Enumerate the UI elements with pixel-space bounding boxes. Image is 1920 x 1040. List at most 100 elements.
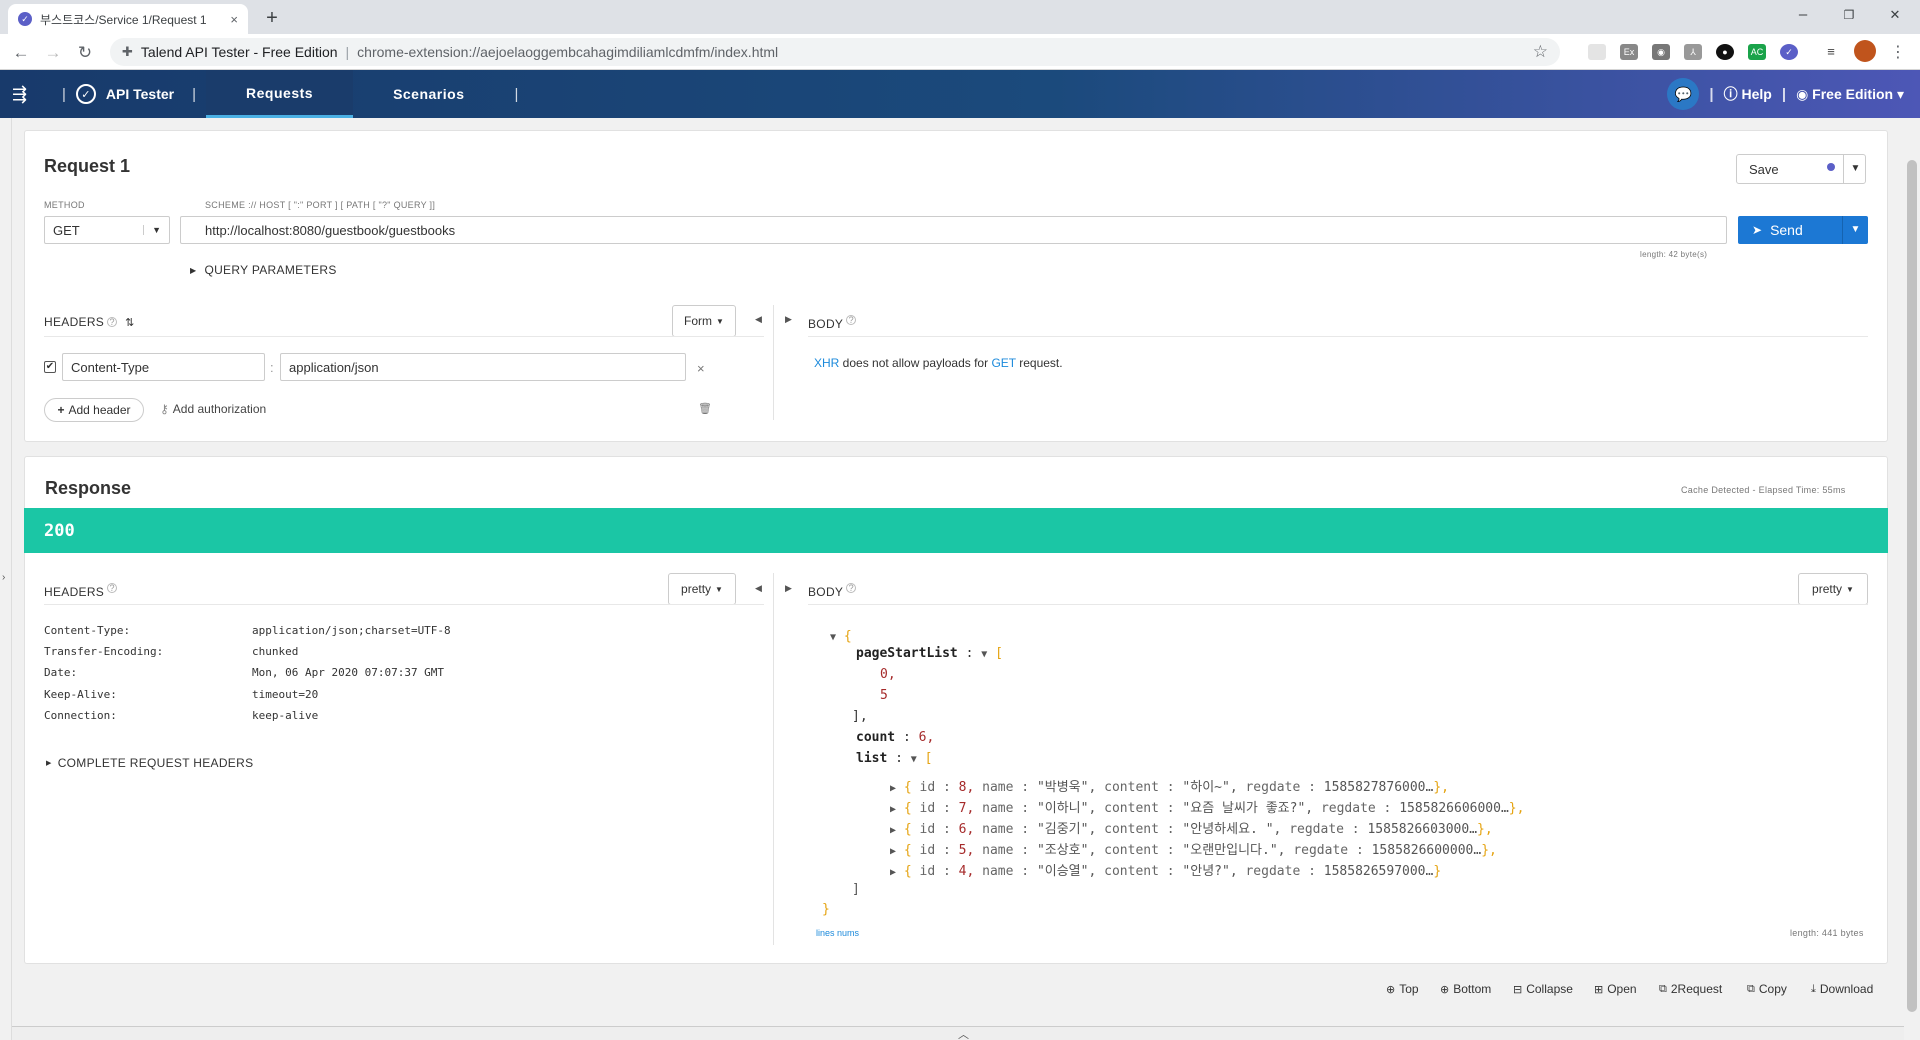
url-input[interactable]: http://localhost:8080/guestbook/guestboo… — [180, 216, 1727, 244]
xhr-text: XHR — [814, 356, 840, 370]
expand-sidebar-icon[interactable]: › — [2, 572, 5, 583]
header-key: Transfer-Encoding: — [44, 645, 164, 658]
extension-icon[interactable]: ● — [1716, 44, 1734, 60]
item-name: "김중기", — [1036, 822, 1097, 837]
tab-scenarios[interactable]: Scenarios — [353, 70, 504, 118]
top-label: Top — [1399, 982, 1419, 996]
method-select[interactable]: GET ▼ — [44, 216, 170, 244]
help-link[interactable]: ⓘ Help — [1724, 84, 1772, 104]
collapse-left-icon[interactable]: ◀ — [755, 583, 762, 594]
help-label: Help — [1741, 86, 1772, 102]
open-button[interactable]: ⊞ Open — [1594, 982, 1637, 996]
copy-request-icon: ⧉ — [1659, 982, 1667, 995]
save-dropdown-icon[interactable]: ▼ — [1843, 155, 1867, 183]
maximize-button[interactable]: ❐ — [1826, 0, 1872, 30]
brace: { — [843, 629, 852, 644]
json-pagestartlist-key[interactable]: pageStartList : ▼ [ — [856, 646, 1003, 661]
sort-icon[interactable]: ⇅ — [125, 316, 135, 329]
help-circle-icon[interactable]: ? — [107, 317, 118, 327]
profile-avatar[interactable] — [1854, 40, 1876, 62]
copy-button[interactable]: ⧉ Copy — [1747, 982, 1787, 996]
header-value-input[interactable]: application/json — [280, 353, 686, 381]
item-id: 7, — [958, 801, 975, 816]
pdf-extension-icon[interactable]: ⅄ — [1684, 44, 1702, 60]
json-list-item[interactable]: ▶ { id : 4, name : "이승열", content : "안녕?… — [890, 860, 1441, 879]
address-bar[interactable]: ✚ Talend API Tester - Free Edition | chr… — [110, 38, 1560, 66]
header-value-value: application/json — [289, 359, 379, 375]
regdate-label: regdate : — [1289, 822, 1360, 837]
json-list-item[interactable]: ▶ { id : 7, name : "이하니", content : "요즘 … — [890, 797, 1524, 816]
brand[interactable]: ✓ API Tester — [75, 84, 174, 104]
minimize-button[interactable]: – — [1780, 0, 1826, 30]
collapse-left-icon[interactable]: ◀ — [755, 314, 762, 325]
bottom-label: Bottom — [1453, 982, 1492, 996]
header-key: Connection: — [44, 709, 117, 722]
json-list-key[interactable]: list : ▼ [ — [856, 751, 932, 766]
help-circle-icon[interactable]: ? — [846, 583, 857, 593]
talend-logo-icon[interactable]: ⇶ — [12, 84, 52, 105]
remove-header-icon[interactable]: × — [697, 361, 705, 376]
edition-menu[interactable]: ◉ Free Edition ▾ — [1796, 86, 1904, 103]
bottom-button[interactable]: ⊕ Bottom — [1440, 982, 1491, 996]
trash-icon[interactable]: 🗑 — [698, 402, 712, 415]
save-button[interactable]: Save ▼ — [1736, 154, 1866, 184]
form-select[interactable]: Form ▼ — [672, 305, 736, 337]
unsaved-dot — [1827, 163, 1835, 171]
camera-extension-icon[interactable]: ◉ — [1652, 44, 1670, 60]
extension-icon[interactable]: AC — [1748, 44, 1766, 60]
json-list-item[interactable]: ▶ { id : 6, name : "김중기", content : "안녕하… — [890, 818, 1493, 837]
extension-icon[interactable]: Ex — [1620, 44, 1638, 60]
extension-icon[interactable] — [1588, 44, 1606, 60]
add-header-button[interactable]: + Add header — [44, 398, 144, 422]
browser-menu-icon[interactable]: ⋮ — [1890, 42, 1906, 62]
method-label: METHOD — [44, 200, 85, 210]
close-tab-icon[interactable]: × — [230, 12, 238, 27]
browser-tab[interactable]: ✓ 부스트코스/Service 1/Request 1 × — [8, 4, 248, 34]
scrollbar-thumb[interactable] — [1907, 160, 1917, 1012]
collapse-right-icon[interactable]: ▶ — [785, 314, 792, 325]
collapse-label: Collapse — [1526, 982, 1573, 996]
send-dropdown-icon[interactable]: ▼ — [1842, 216, 1868, 244]
collapse-right-icon[interactable]: ▶ — [785, 583, 792, 594]
to-request-button[interactable]: ⧉ 2Request — [1659, 982, 1722, 996]
back-icon[interactable]: ← — [10, 42, 32, 64]
send-button[interactable]: ➤ Send ▼ — [1738, 216, 1868, 244]
bracket: [ — [924, 751, 933, 766]
json-list-item[interactable]: ▶ { id : 5, name : "조상호", content : "오랜만… — [890, 839, 1497, 858]
top-button[interactable]: ⊕ Top — [1386, 982, 1419, 996]
pane-divider — [773, 573, 774, 945]
url-value: http://localhost:8080/guestbook/guestboo… — [205, 222, 456, 238]
tab-requests[interactable]: Requests — [206, 70, 354, 118]
collapse-button[interactable]: ⊟ Collapse — [1513, 982, 1573, 996]
download-icon: ⤓ — [1811, 982, 1816, 995]
expand-drawer-icon[interactable]: ︿ — [958, 1026, 969, 1040]
save-label: Save — [1749, 161, 1779, 177]
chat-button[interactable]: 💬 — [1667, 78, 1700, 110]
complete-request-headers-toggle[interactable]: ▶ COMPLETE REQUEST HEADERS — [46, 756, 253, 770]
line-numbers-toggle[interactable]: lines nums — [816, 928, 859, 938]
json-root-open[interactable]: ▼ { — [830, 629, 852, 644]
help-circle-icon[interactable]: ? — [107, 583, 118, 593]
header-enabled-checkbox[interactable]: ✔ — [44, 361, 56, 373]
talend-extension-icon[interactable]: ✓ — [1780, 44, 1798, 60]
plus-square-icon: ⊞ — [1594, 983, 1604, 996]
add-authorization-link[interactable]: ⚷ Add authorization — [160, 402, 266, 416]
minus-square-icon: ⊟ — [1513, 983, 1523, 996]
url-length: length: 42 byte(s) — [1640, 250, 1708, 259]
bookmark-star-icon[interactable]: ☆ — [1533, 42, 1548, 62]
nav-divider: | — [62, 85, 66, 103]
new-tab-button[interactable]: + — [258, 4, 286, 32]
close-window-button[interactable]: ✕ — [1872, 0, 1918, 30]
chevron-down-icon: ▼ — [715, 584, 723, 594]
json-list-item[interactable]: ▶ { id : 8, name : "박병욱", content : "하이~… — [890, 776, 1449, 795]
forward-icon[interactable]: → — [42, 42, 64, 64]
download-button[interactable]: ⤓ Download — [1811, 982, 1873, 996]
media-control-icon[interactable]: ≡ — [1822, 44, 1840, 60]
query-parameters-toggle[interactable]: ▶ QUERY PARAMETERS — [190, 263, 337, 277]
help-circle-icon[interactable]: ? — [846, 315, 857, 325]
header-name-input[interactable]: Content-Type — [62, 353, 265, 381]
body-pretty-select[interactable]: pretty ▼ — [1798, 573, 1868, 605]
headers-pretty-select[interactable]: pretty ▼ — [668, 573, 736, 605]
reload-icon[interactable]: ↻ — [74, 42, 96, 64]
item-id: 5, — [958, 843, 975, 858]
